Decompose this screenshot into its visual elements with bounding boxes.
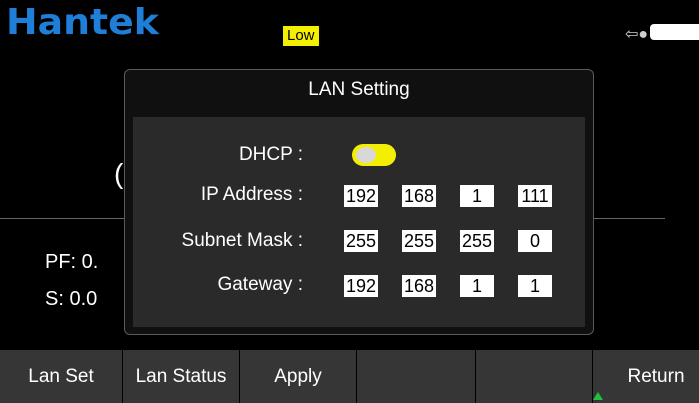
lan-setting-dialog: LAN Setting DHCP : IP Address : 192 168 … (124, 69, 594, 335)
subnet-mask-label: Subnet Mask : (181, 230, 303, 251)
ip-octet-2[interactable]: 168 (402, 185, 436, 207)
mask-octet-1[interactable]: 255 (344, 230, 378, 252)
gateway-octet-2[interactable]: 168 (402, 275, 436, 297)
gateway-octet-3[interactable]: 1 (460, 275, 494, 297)
mask-octet-4[interactable]: 0 (518, 230, 552, 252)
apply-button[interactable]: Apply (240, 350, 357, 403)
dialog-title: LAN Setting (308, 79, 410, 100)
mask-octet-2[interactable]: 255 (402, 230, 436, 252)
usb-icon: ⇦● (625, 26, 649, 43)
ip-octet-4[interactable]: 111 (518, 185, 552, 207)
divider (0, 218, 124, 219)
arrow-up-icon (593, 392, 603, 400)
s-readout: S: 0.0 (45, 288, 98, 310)
divider (593, 218, 665, 219)
ip-octet-1[interactable]: 192 (344, 185, 378, 207)
dhcp-label: DHCP : (238, 144, 303, 165)
softkey-4-button[interactable] (357, 350, 476, 403)
gateway-octet-1[interactable]: 192 (344, 275, 378, 297)
lan-status-button[interactable]: Lan Status (123, 350, 240, 403)
dhcp-toggle[interactable] (352, 144, 396, 166)
ip-address-label: IP Address : (200, 184, 303, 205)
pf-readout: PF: 0. (45, 251, 99, 273)
toggle-knob (356, 147, 376, 163)
ip-octet-3[interactable]: 1 (460, 185, 494, 207)
return-button[interactable]: Return (593, 350, 699, 403)
gateway-octet-4[interactable]: 1 (518, 275, 552, 297)
softkey-5-button[interactable] (476, 350, 593, 403)
gateway-label: Gateway : (217, 274, 303, 295)
lan-set-button[interactable]: Lan Set (0, 350, 123, 403)
range-badge: Low (283, 26, 319, 46)
mask-octet-3[interactable]: 255 (460, 230, 494, 252)
brand-logo: Hantek (6, 2, 159, 43)
battery-icon (650, 24, 699, 40)
background-value: ( (114, 158, 124, 189)
lan-settings-panel: DHCP : IP Address : 192 168 1 111 Subnet… (133, 117, 585, 327)
